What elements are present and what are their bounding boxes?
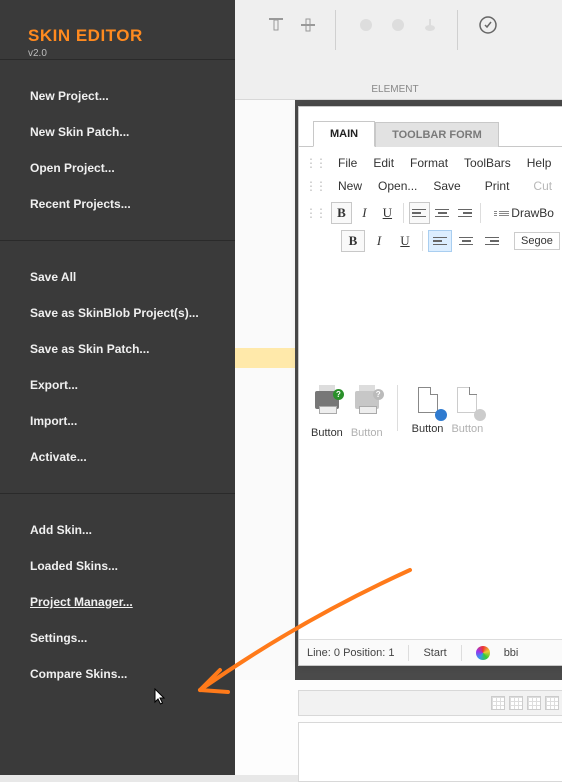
drawbox-label[interactable]: DrawBo — [509, 206, 561, 220]
view-mode-4[interactable] — [545, 696, 559, 710]
menu-group-skins: Add Skin... Loaded Skins... Project Mana… — [0, 493, 235, 710]
btn-open[interactable]: Open... — [371, 179, 424, 193]
align-right-button-2[interactable] — [480, 230, 504, 252]
menu-group-file: New Project... New Skin Patch... Open Pr… — [0, 59, 235, 240]
big-button-2-label: Button — [351, 427, 383, 439]
underline-button-2[interactable]: U — [393, 230, 417, 252]
preview-window: MAIN TOOLBAR FORM ⋮⋮ File Edit Format To… — [298, 106, 562, 666]
grip-icon[interactable]: ⋮⋮ — [305, 156, 329, 170]
sidebar: SKIN EDITOR v2.0 New Project... New Skin… — [0, 0, 235, 775]
menu-toolbars[interactable]: ToolBars — [457, 156, 518, 170]
menu-format[interactable]: Format — [403, 156, 455, 170]
align-left-button[interactable] — [409, 202, 430, 224]
brush3-icon[interactable] — [419, 14, 441, 36]
printer-ok-icon[interactable]: ? — [312, 391, 342, 421]
menu-help[interactable]: Help — [520, 156, 559, 170]
ribbon-section-label: ELEMENT — [365, 84, 425, 95]
view-mode-3[interactable] — [527, 696, 541, 710]
target-icon[interactable] — [477, 14, 499, 36]
btn-new[interactable]: New — [331, 179, 369, 193]
menu-recent-projects[interactable]: Recent Projects... — [0, 186, 235, 222]
menu-new-skin-patch[interactable]: New Skin Patch... — [0, 114, 235, 150]
preview-statusbar: Line: 0 Position: 1 Start bbi — [299, 639, 562, 665]
lower-panel — [298, 722, 562, 782]
underline-button[interactable]: U — [377, 202, 398, 224]
font-selector[interactable]: Segoe — [514, 232, 560, 250]
menu-file[interactable]: File — [331, 156, 364, 170]
big-button-4-label: Button — [451, 423, 483, 435]
big-button-1-label: Button — [311, 427, 343, 439]
bold-button[interactable]: B — [331, 202, 352, 224]
doc-highlight — [235, 348, 295, 368]
big-button-3-label: Button — [412, 423, 444, 435]
menu-settings[interactable]: Settings... — [0, 620, 235, 656]
menu-import[interactable]: Import... — [0, 403, 235, 439]
menu-group-save: Save All Save as SkinBlob Project(s)... … — [0, 240, 235, 493]
grip-icon[interactable]: ⋮⋮ — [305, 179, 329, 193]
menu-new-project[interactable]: New Project... — [0, 78, 235, 114]
menu-save-all[interactable]: Save All — [0, 259, 235, 295]
btn-print[interactable]: Print — [478, 179, 517, 193]
menu-activate[interactable]: Activate... — [0, 439, 235, 475]
menu-save-skinblob[interactable]: Save as SkinBlob Project(s)... — [0, 295, 235, 331]
bullets-button[interactable] — [486, 202, 507, 224]
ribbon-toolbar: ELEMENT — [235, 0, 562, 100]
italic-button[interactable]: I — [354, 202, 375, 224]
view-mode-strip — [298, 690, 562, 716]
color-wheel-icon[interactable] — [476, 646, 490, 660]
align-left-button-2[interactable] — [428, 230, 452, 252]
btn-save[interactable]: Save — [426, 179, 467, 193]
menu-edit[interactable]: Edit — [366, 156, 401, 170]
app-title: SKIN EDITOR — [0, 26, 235, 46]
big-button-row: ? Button ? Button Button Button — [311, 385, 561, 439]
align-right-button[interactable] — [455, 202, 476, 224]
grip-icon[interactable]: ⋮⋮ — [305, 206, 329, 220]
doc-gear-disabled-icon[interactable] — [452, 387, 482, 417]
preview-body: ⋮⋮ File Edit Format ToolBars Help ⋮⋮ New… — [299, 146, 562, 439]
status-position: Line: 0 Position: 1 — [307, 647, 394, 659]
menu-add-skin[interactable]: Add Skin... — [0, 512, 235, 548]
status-bbi: bbi — [504, 647, 519, 659]
app-version: v2.0 — [0, 46, 235, 59]
status-start: Start — [423, 647, 446, 659]
align-center-button-2[interactable] — [454, 230, 478, 252]
printer-help-icon[interactable]: ? — [352, 391, 382, 421]
doc-gutter — [235, 100, 295, 680]
align-center-button[interactable] — [432, 202, 453, 224]
view-mode-1[interactable] — [491, 696, 505, 710]
tab-main[interactable]: MAIN — [313, 121, 375, 147]
menu-export[interactable]: Export... — [0, 367, 235, 403]
italic-button-2[interactable]: I — [367, 230, 391, 252]
menu-save-skin-patch[interactable]: Save as Skin Patch... — [0, 331, 235, 367]
align-top-icon[interactable] — [265, 14, 287, 36]
bold-button-2[interactable]: B — [341, 230, 365, 252]
menu-loaded-skins[interactable]: Loaded Skins... — [0, 548, 235, 584]
brush2-icon[interactable] — [387, 14, 409, 36]
btn-cut[interactable]: Cut — [526, 179, 559, 193]
tab-toolbar-form[interactable]: TOOLBAR FORM — [375, 122, 499, 147]
view-mode-2[interactable] — [509, 696, 523, 710]
brush1-icon[interactable] — [355, 14, 377, 36]
menu-project-manager[interactable]: Project Manager... — [0, 584, 235, 620]
doc-gear-icon[interactable] — [413, 387, 443, 417]
menu-compare-skins[interactable]: Compare Skins... — [0, 656, 235, 692]
menu-open-project[interactable]: Open Project... — [0, 150, 235, 186]
align-middle-icon[interactable] — [297, 14, 319, 36]
preview-tabs: MAIN TOOLBAR FORM — [313, 121, 562, 147]
